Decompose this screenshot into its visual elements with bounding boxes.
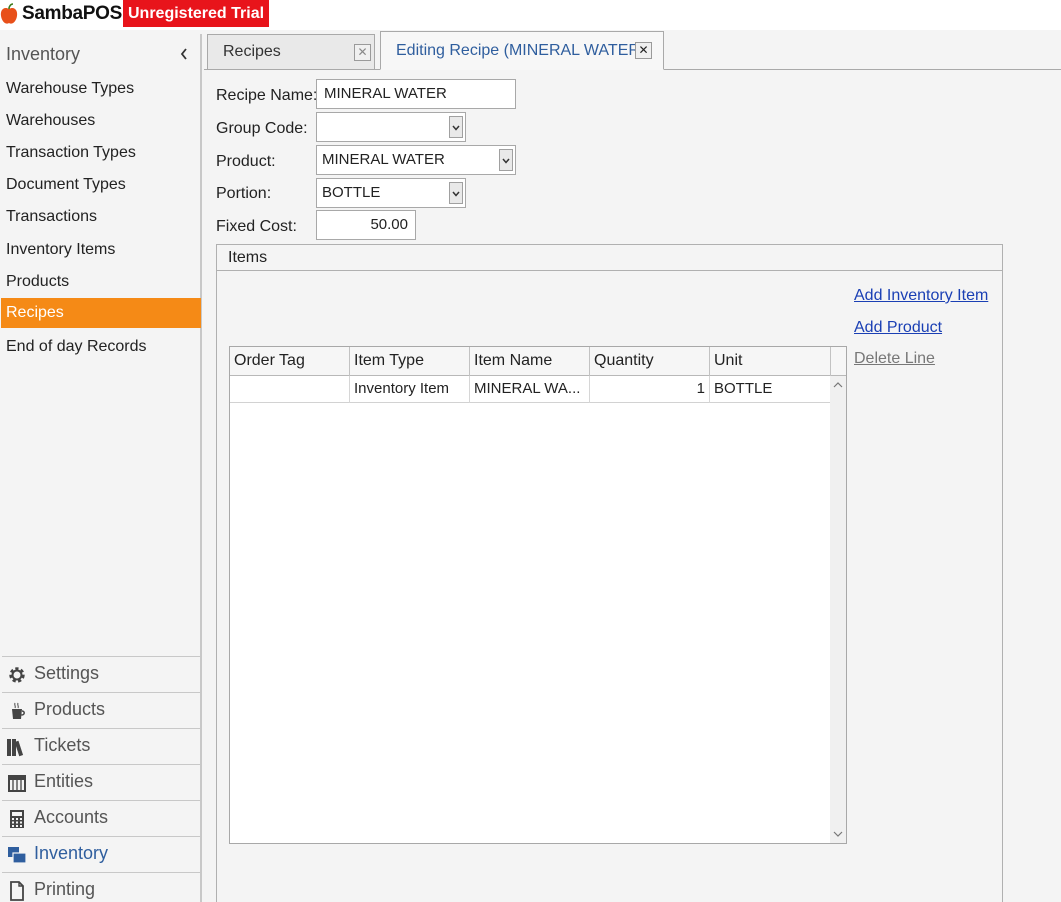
sidebar-item-transaction-types[interactable]: Transaction Types [1, 138, 201, 168]
nav-accounts-label: Accounts [34, 807, 109, 827]
product-label: Product: [216, 153, 276, 170]
sidebar-item-end-of-day-records[interactable]: End of day Records [1, 332, 201, 362]
items-title: Items [228, 249, 268, 266]
sidebar-item-recipes[interactable]: Recipes [1, 298, 201, 328]
calculator-icon [10, 810, 24, 828]
recipe-name-input[interactable]: MINERAL WATER [316, 79, 516, 109]
nav-entities-label: Entities [34, 771, 94, 791]
column-header-unit[interactable]: Unit [710, 347, 831, 376]
close-icon[interactable]: ✕ [635, 42, 652, 59]
sidebar-item-transactions[interactable]: Transactions [1, 202, 201, 232]
tab-editing-recipe[interactable]: Editing Recipe (MINERAL WATER) ✕ [380, 31, 664, 70]
portion-value: BOTTLE [322, 184, 381, 201]
chevron-down-icon[interactable] [499, 149, 513, 171]
nav-entities[interactable]: Entities [2, 764, 200, 800]
nav-printing[interactable]: Printing [2, 872, 200, 902]
recipe-editor: Recipe Name: MINERAL WATER Group Code: P… [206, 70, 1061, 902]
nav-accounts[interactable]: Accounts [2, 800, 200, 836]
sidebar-title: Inventory [6, 44, 81, 64]
tab-editing-recipe-label: Editing Recipe (MINERAL WATER) [396, 42, 646, 59]
column-header-item-type[interactable]: Item Type [350, 347, 470, 376]
tab-strip: Recipes ✕ Editing Recipe (MINERAL WATER)… [204, 30, 1061, 70]
recipe-items-grid[interactable]: Order Tag Item Type Item Name Quantity U… [229, 346, 847, 844]
cell-quantity[interactable]: 1 [590, 376, 710, 403]
nav-inventory-label: Inventory [34, 843, 109, 863]
items-header: Items [217, 245, 1002, 271]
cell-item-type[interactable]: Inventory Item [350, 376, 470, 403]
grid-header: Order Tag Item Type Item Name Quantity U… [230, 347, 846, 376]
sidebar-item-warehouses[interactable]: Warehouses [1, 106, 201, 136]
document-icon [10, 881, 24, 901]
app-logo-text: SambaPOS [22, 3, 123, 24]
cell-item-name[interactable]: MINERAL WA... [470, 376, 590, 403]
portion-label: Portion: [216, 185, 272, 202]
gear-icon [9, 667, 25, 683]
trial-badge: Unregistered Trial [123, 0, 270, 27]
nav-products[interactable]: Products [2, 692, 200, 728]
apple-logo-icon [0, 3, 18, 24]
nav-printing-label: Printing [34, 879, 96, 899]
sidebar-item-inventory-items[interactable]: Inventory Items [1, 235, 201, 265]
nav-tickets[interactable]: Tickets [2, 728, 200, 764]
sidebar-header: Inventory [0, 42, 200, 68]
column-header-order-tag[interactable]: Order Tag [230, 347, 350, 376]
tab-recipes-label: Recipes [223, 43, 281, 60]
sidebar: Inventory Warehouse Types Warehouses Tra… [0, 34, 202, 902]
column-header-item-name[interactable]: Item Name [470, 347, 590, 376]
chevron-left-icon[interactable] [176, 44, 192, 64]
inventory-icon [8, 847, 27, 864]
sidebar-item-products[interactable]: Products [1, 267, 201, 297]
table-icon [8, 775, 26, 792]
portion-select[interactable]: BOTTLE [316, 178, 466, 208]
fixed-cost-input[interactable]: 50.00 [316, 210, 416, 240]
sidebar-item-document-types[interactable]: Document Types [1, 170, 201, 200]
add-product-link[interactable]: Add Product [854, 319, 942, 337]
chevron-down-icon[interactable] [449, 116, 463, 138]
items-group: Items Add Inventory Item Add Product Del… [216, 244, 1003, 902]
scroll-up-icon[interactable] [833, 381, 843, 389]
vertical-scrollbar[interactable] [830, 376, 846, 843]
title-bar: SambaPOS Unregistered Trial [0, 0, 1061, 30]
close-icon[interactable]: ✕ [354, 44, 371, 61]
recipe-name-label: Recipe Name: [216, 87, 318, 104]
coffee-cup-icon [12, 702, 25, 719]
group-code-label: Group Code: [216, 120, 308, 137]
sidebar-item-warehouse-types[interactable]: Warehouse Types [1, 74, 201, 104]
fixed-cost-label: Fixed Cost: [216, 218, 297, 235]
tab-recipes[interactable]: Recipes ✕ [207, 34, 375, 69]
chevron-down-icon[interactable] [449, 182, 463, 204]
delete-line-link[interactable]: Delete Line [854, 350, 935, 368]
product-value: MINERAL WATER [322, 151, 445, 168]
table-row[interactable]: Inventory Item MINERAL WA... 1 BOTTLE [230, 376, 830, 403]
scroll-down-icon[interactable] [833, 830, 843, 838]
product-select[interactable]: MINERAL WATER [316, 145, 516, 175]
books-icon [7, 739, 24, 757]
nav-tickets-label: Tickets [34, 735, 91, 755]
group-code-select[interactable] [316, 112, 466, 142]
nav-settings[interactable]: Settings [2, 656, 200, 692]
cell-order-tag[interactable] [230, 376, 350, 403]
add-inventory-item-link[interactable]: Add Inventory Item [854, 287, 988, 305]
nav-inventory[interactable]: Inventory [2, 836, 200, 872]
column-header-quantity[interactable]: Quantity [590, 347, 710, 376]
nav-products-label: Products [34, 699, 106, 719]
nav-settings-label: Settings [34, 663, 100, 683]
cell-unit[interactable]: BOTTLE [710, 376, 830, 403]
